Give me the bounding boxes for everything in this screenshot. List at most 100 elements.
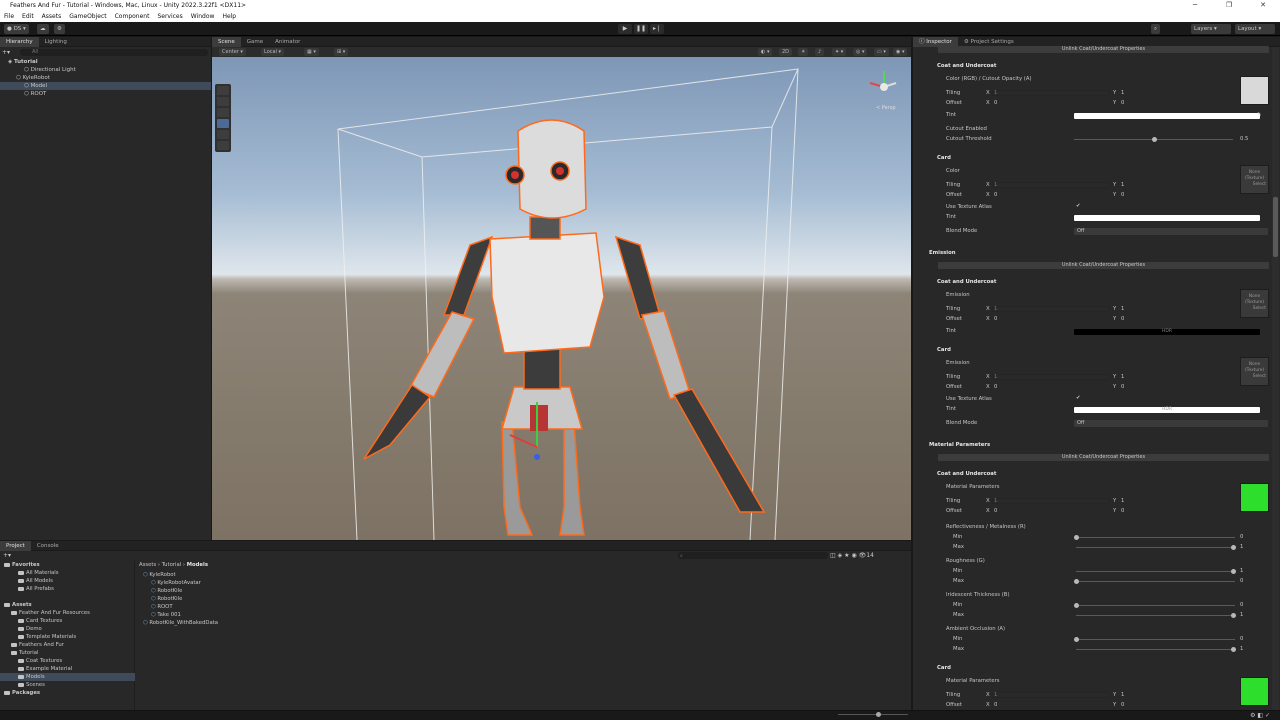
- tab-console[interactable]: Console: [31, 541, 65, 551]
- hierarchy-search-input[interactable]: All: [20, 49, 208, 56]
- rect-tool-icon[interactable]: [217, 130, 229, 139]
- orientation-gizmo[interactable]: < Persp: [869, 71, 897, 111]
- select-texture-button[interactable]: Select: [1241, 182, 1268, 188]
- project-tree-item[interactable]: Demo: [0, 625, 135, 633]
- blend-mode-dropdown[interactable]: Off: [1074, 228, 1268, 235]
- project-tree-item[interactable]: All Prefabs: [0, 585, 135, 593]
- project-tree-item[interactable]: All Materials: [0, 569, 135, 577]
- pivot-dropdown[interactable]: Center ▾: [219, 48, 246, 56]
- layout-dropdown[interactable]: Layout ▾: [1235, 24, 1275, 34]
- blend-mode-dropdown[interactable]: Off: [1074, 420, 1268, 427]
- zoom-slider[interactable]: [838, 714, 908, 715]
- layers-dropdown[interactable]: Layers ▾: [1191, 24, 1231, 34]
- menu-edit[interactable]: Edit: [18, 11, 38, 22]
- rotate-tool-icon[interactable]: [217, 108, 229, 117]
- hierarchy-item[interactable]: ⬡ KyleRobot: [0, 74, 211, 82]
- audio-toggle-icon[interactable]: ♪: [815, 48, 825, 56]
- filter-hidden-icon[interactable]: ◉: [851, 552, 856, 559]
- tiling-x-field[interactable]: [992, 90, 1110, 96]
- asset-item[interactable]: ⬡ Take 001: [137, 611, 181, 619]
- cloud-icon[interactable]: ☁: [37, 24, 49, 34]
- hierarchy-item[interactable]: ⬡ Model: [0, 82, 211, 90]
- texture-slot[interactable]: [1240, 76, 1269, 105]
- menu-services[interactable]: Services: [153, 11, 186, 22]
- max-slider-track[interactable]: [1076, 649, 1235, 650]
- project-tree-item[interactable]: Template Materials: [0, 633, 135, 641]
- tiling-x-field[interactable]: [992, 692, 1110, 698]
- min-slider-knob[interactable]: [1074, 603, 1079, 608]
- project-tree-item[interactable]: Feathers And Fur: [0, 641, 135, 649]
- min-slider-knob[interactable]: [1231, 569, 1236, 574]
- effects-toggle-icon[interactable]: ✦ ▾: [832, 48, 847, 56]
- min-slider-knob[interactable]: [1074, 535, 1079, 540]
- play-button[interactable]: ▶: [618, 24, 632, 34]
- project-search-input[interactable]: ⌕: [678, 552, 828, 559]
- project-tree-item[interactable]: Packages: [0, 689, 135, 697]
- increment-snap-icon[interactable]: ⊞ ▾: [334, 48, 349, 56]
- menu-component[interactable]: Component: [111, 11, 154, 22]
- close-icon[interactable]: ✕: [1246, 0, 1280, 11]
- step-button[interactable]: ▸❘: [650, 24, 664, 34]
- hierarchy-item[interactable]: ⬡ Directional Light: [0, 66, 211, 74]
- asset-item[interactable]: ⬡ KyleRobot: [137, 571, 176, 579]
- tiling-x-field[interactable]: [992, 306, 1110, 312]
- hand-tool-icon[interactable]: [217, 86, 229, 95]
- project-tree-item[interactable]: Assets: [0, 601, 135, 609]
- minimize-icon[interactable]: ─: [1178, 0, 1212, 11]
- texture-slot[interactable]: [1240, 483, 1269, 512]
- project-tree-item[interactable]: Feather And Fur Resources: [0, 609, 135, 617]
- move-tool-icon[interactable]: [217, 97, 229, 106]
- tab-game[interactable]: Game: [241, 37, 269, 47]
- tab-animator[interactable]: Animator: [269, 37, 306, 47]
- draw-mode-icon[interactable]: ◐ ▾: [758, 48, 773, 56]
- tab-hierarchy[interactable]: Hierarchy: [0, 36, 39, 47]
- project-tree-item[interactable]: All Models: [0, 577, 135, 585]
- add-icon[interactable]: +▾: [2, 49, 12, 56]
- scene-viewport[interactable]: < Persp: [212, 57, 911, 540]
- max-slider-track[interactable]: [1076, 581, 1235, 582]
- tint-color-field[interactable]: [1074, 215, 1260, 221]
- breadcrumb-models[interactable]: Models: [187, 562, 208, 568]
- gizmos-icon[interactable]: ◉ ▾: [893, 48, 908, 56]
- maximize-icon[interactable]: ❐: [1212, 0, 1246, 11]
- tab-project-settings[interactable]: ⚙ Project Settings: [958, 37, 1020, 47]
- hidden-objects-icon[interactable]: ◎ ▾: [853, 48, 868, 56]
- filter-star-icon[interactable]: ★: [844, 552, 849, 559]
- select-texture-button[interactable]: Select: [1241, 306, 1268, 312]
- toggle-2d-button[interactable]: 2D: [779, 48, 793, 56]
- unlink-properties-button[interactable]: Unlink Coat/Undercoat Properties: [938, 46, 1269, 53]
- min-slider-knob[interactable]: [1074, 637, 1079, 642]
- project-tree-item[interactable]: Scenes: [0, 681, 135, 689]
- breadcrumb-tutorial[interactable]: Tutorial: [162, 562, 181, 568]
- create-icon[interactable]: +▾: [3, 552, 11, 559]
- texture-slot[interactable]: [1240, 677, 1269, 706]
- eyedropper-icon[interactable]: ✎: [1257, 111, 1261, 120]
- menu-gameobject[interactable]: GameObject: [65, 11, 110, 22]
- asset-item[interactable]: ⬡ RobotKile: [137, 587, 182, 595]
- max-slider-track[interactable]: [1076, 547, 1235, 548]
- min-slider-track[interactable]: [1076, 639, 1235, 640]
- tiling-x-field[interactable]: [992, 498, 1110, 504]
- asset-item[interactable]: ⬡ KyleRobotAvatar: [137, 579, 201, 587]
- project-tree-item[interactable]: Coat Textures: [0, 657, 135, 665]
- use-texture-atlas-checkbox[interactable]: ✔: [1076, 202, 1080, 211]
- texture-slot[interactable]: None (Texture) Select: [1240, 289, 1269, 318]
- min-slider-track[interactable]: [1076, 605, 1235, 606]
- menu-window[interactable]: Window: [187, 11, 219, 22]
- tab-project[interactable]: Project: [0, 540, 31, 551]
- menu-help[interactable]: Help: [218, 11, 240, 22]
- emission-hdr-field[interactable]: HDR: [1074, 407, 1260, 413]
- use-texture-atlas-checkbox[interactable]: ✔: [1076, 394, 1080, 403]
- texture-slot[interactable]: None (Texture) Select: [1240, 357, 1269, 386]
- max-slider-track[interactable]: [1076, 615, 1235, 616]
- min-slider-track[interactable]: [1076, 537, 1235, 538]
- filter-label-icon[interactable]: ◈: [838, 552, 843, 559]
- scale-tool-icon[interactable]: [217, 119, 229, 128]
- tiling-x-field[interactable]: [992, 182, 1110, 188]
- inspector-scrollbar[interactable]: [1272, 47, 1279, 710]
- menu-assets[interactable]: Assets: [38, 11, 66, 22]
- project-tree-item[interactable]: Models: [0, 673, 135, 681]
- select-texture-button[interactable]: Select: [1241, 374, 1268, 380]
- project-tree-item[interactable]: Card Textures: [0, 617, 135, 625]
- hierarchy-item[interactable]: ◈ Tutorial: [0, 58, 211, 66]
